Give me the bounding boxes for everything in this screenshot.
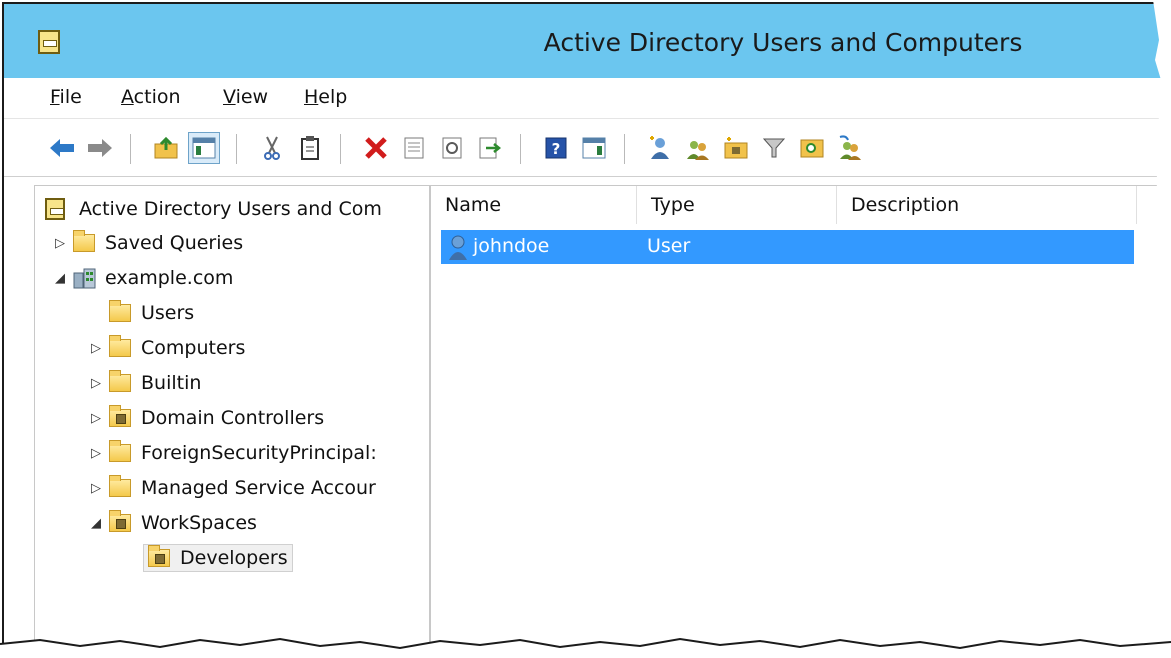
table-row[interactable]: johndoe User (441, 230, 1134, 264)
tree-item-label: Developers (180, 547, 288, 569)
show-hide-action-pane-icon[interactable] (578, 132, 610, 164)
window-title: Active Directory Users and Computers (543, 28, 1023, 57)
menu-help[interactable]: Help (304, 86, 347, 108)
svg-text:?: ? (552, 140, 561, 158)
up-folder-icon[interactable] (150, 132, 182, 164)
tree-item-users[interactable]: Users (89, 296, 194, 330)
tree-item-label: ForeignSecurityPrincipal: (141, 442, 377, 464)
back-icon[interactable] (46, 132, 78, 164)
tree-item-domain-controllers[interactable]: ▷ Domain Controllers (89, 401, 324, 435)
expand-icon[interactable]: ▷ (89, 341, 103, 356)
ou-folder-icon (148, 545, 170, 567)
collapse-icon[interactable]: ◢ (53, 271, 67, 286)
properties-icon[interactable] (398, 132, 430, 164)
tree-item-label: WorkSpaces (141, 512, 257, 534)
ou-folder-icon (109, 405, 131, 427)
tree-item-domain[interactable]: ◢ example.com (53, 261, 233, 295)
tree-item-label: example.com (105, 267, 234, 289)
menu-bar: File Action View Help (4, 78, 1162, 119)
help-icon[interactable]: ? (540, 132, 572, 164)
tree-item-workspaces[interactable]: ◢ WorkSpaces (89, 506, 257, 540)
ou-folder-icon (109, 510, 131, 532)
create-user-icon[interactable] (644, 132, 676, 164)
tree-root[interactable]: Active Directory Users and Com (45, 192, 382, 226)
expand-icon[interactable]: ▷ (89, 446, 103, 461)
folder-icon (73, 230, 95, 252)
folder-icon (109, 440, 131, 462)
add-to-group-icon[interactable] (834, 132, 866, 164)
column-header-description[interactable]: Description (837, 186, 1137, 224)
tree-item-managed-service-accounts[interactable]: ▷ Managed Service Accour (89, 471, 376, 505)
folder-icon (109, 300, 131, 322)
create-ou-icon[interactable] (720, 132, 752, 164)
menu-view[interactable]: View (223, 86, 268, 108)
create-group-icon[interactable] (682, 132, 714, 164)
console-tree[interactable]: Active Directory Users and Com ▷ Saved Q… (34, 185, 430, 654)
folder-icon (109, 370, 131, 392)
delete-icon[interactable] (360, 132, 392, 164)
domain-icon (73, 267, 97, 289)
torn-edge-right (1153, 0, 1171, 658)
tree-root-label: Active Directory Users and Com (79, 198, 382, 220)
tree-item-label: Domain Controllers (141, 407, 325, 429)
column-header-name[interactable]: Name (431, 186, 637, 224)
column-header-type[interactable]: Type (637, 186, 837, 224)
tree-item-label: Computers (141, 337, 246, 359)
tree-item-developers[interactable]: Developers (123, 541, 293, 575)
app-window: Active Directory Users and Computers Fil… (2, 2, 1162, 654)
menu-file[interactable]: File (50, 86, 82, 108)
expand-icon[interactable]: ▷ (53, 236, 67, 251)
tree-item-label: Managed Service Accour (141, 477, 376, 499)
cell-type: User (647, 235, 691, 257)
user-icon (447, 234, 469, 264)
expander-blank (123, 551, 137, 565)
folder-icon (109, 475, 131, 497)
tree-item-computers[interactable]: ▷ Computers (89, 331, 245, 365)
show-hide-console-tree-icon[interactable] (188, 132, 220, 164)
cell-name: johndoe (473, 235, 550, 257)
export-list-icon[interactable] (474, 132, 506, 164)
tree-item-saved-queries[interactable]: ▷ Saved Queries (53, 226, 243, 260)
expand-icon[interactable]: ▷ (89, 411, 103, 426)
title-bar[interactable]: Active Directory Users and Computers (4, 4, 1162, 78)
torn-edge-bottom (0, 637, 1171, 658)
main-content: Active Directory Users and Com ▷ Saved Q… (4, 176, 1162, 654)
find-icon[interactable] (796, 132, 828, 164)
copy-icon[interactable] (294, 132, 326, 164)
forward-icon[interactable] (84, 132, 116, 164)
collapse-icon[interactable]: ◢ (89, 516, 103, 531)
tree-item-foreign-security-principals[interactable]: ▷ ForeignSecurityPrincipal: (89, 436, 377, 470)
expand-icon[interactable]: ▷ (89, 376, 103, 391)
tree-item-label: Saved Queries (105, 232, 244, 254)
tree-item-label: Users (141, 302, 195, 324)
tree-item-label: Builtin (141, 372, 202, 394)
details-list[interactable]: Name Type Description johndoe User (430, 185, 1162, 654)
cut-icon[interactable] (256, 132, 288, 164)
refresh-icon[interactable] (436, 132, 468, 164)
snapin-icon (45, 198, 65, 220)
folder-icon (109, 335, 131, 357)
selected-node[interactable]: Developers (143, 544, 293, 572)
expander-blank (89, 306, 103, 320)
tree-item-builtin[interactable]: ▷ Builtin (89, 366, 201, 400)
toolbar: ? (4, 120, 1162, 176)
expand-icon[interactable]: ▷ (89, 481, 103, 496)
filter-icon[interactable] (758, 132, 790, 164)
menu-action[interactable]: Action (121, 86, 181, 108)
